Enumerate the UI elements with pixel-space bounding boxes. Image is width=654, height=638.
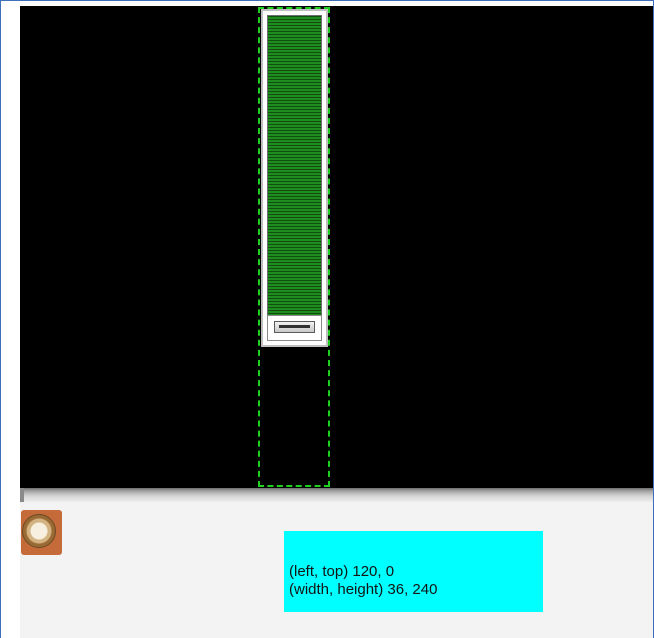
bezel-corner [20, 488, 24, 502]
coordinates-tooltip: (left, top) 120, 0 (width, height) 36, 2… [284, 531, 543, 612]
slider-thumb[interactable] [274, 321, 315, 333]
slider-track [267, 15, 322, 341]
display-canvas[interactable] [20, 6, 653, 488]
vertical-slider-widget[interactable] [261, 9, 328, 347]
slider-thumb-area[interactable] [267, 315, 322, 341]
position-readout: (left, top) 120, 0 [289, 563, 395, 580]
screen-bezel [20, 488, 653, 502]
size-readout: (width, height) 36, 240 [289, 581, 438, 598]
round-knob-icon[interactable] [22, 514, 56, 548]
